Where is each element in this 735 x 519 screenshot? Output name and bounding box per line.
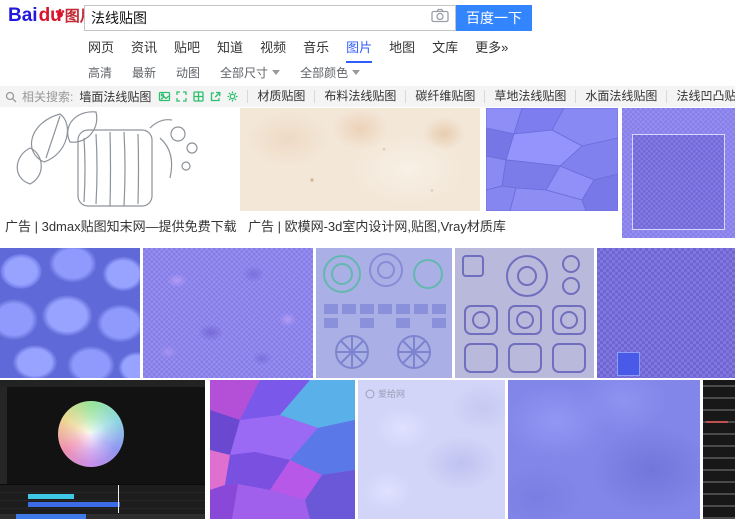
tile-framed-noise-normal-map[interactable]	[622, 108, 735, 238]
mechanical-shapes	[455, 248, 594, 378]
timeline-playhead	[118, 485, 119, 513]
editor-menubar	[0, 380, 205, 387]
tile-mechanical-normal-map[interactable]	[455, 248, 594, 378]
editor-viewport	[0, 387, 205, 485]
related-tool-icons	[158, 90, 239, 103]
baidu-image-search-page: Bai du 图片 百度一下 网页 资讯 贴吧 知道 视频 音乐 图片 地图 文…	[0, 0, 735, 519]
filter-hd[interactable]: 高清	[88, 64, 112, 81]
tab-images-active[interactable]: 图片	[346, 37, 373, 63]
tile-dark-settings-strip[interactable]	[703, 380, 735, 519]
filter-color-dropdown[interactable]: 全部颜色	[300, 64, 361, 81]
grid-icon[interactable]	[192, 90, 205, 103]
search-box	[84, 5, 456, 31]
filter-newest[interactable]: 最新	[132, 64, 156, 81]
baidu-paw-icon	[55, 2, 65, 24]
related-chip[interactable]: 水面法线贴图	[575, 90, 666, 103]
logo-part-du: du	[39, 2, 65, 27]
carved-panel-shapes	[316, 248, 452, 378]
filter-gif-label: 动图	[176, 66, 201, 80]
watermark: 爱给网	[365, 387, 405, 400]
timeline-clip-blue	[28, 502, 120, 507]
related-chip[interactable]: 法线凹凸贴图	[666, 90, 735, 103]
tab-news[interactable]: 资讯	[131, 37, 157, 63]
tab-zhidao[interactable]: 知道	[217, 37, 243, 63]
fullscreen-icon[interactable]	[175, 90, 188, 103]
tile-rock-normal-map[interactable]	[143, 248, 313, 378]
camera-icon[interactable]	[431, 8, 449, 28]
related-chip[interactable]: 材质贴图	[247, 90, 314, 103]
tab-maps[interactable]: 地图	[389, 37, 415, 63]
tile-light-normal-map[interactable]: 爱给网	[358, 380, 505, 519]
caret-down-icon	[352, 70, 361, 75]
framed-inner-region	[632, 134, 725, 230]
watermark-logo-icon	[365, 389, 375, 398]
filter-size-dropdown[interactable]: 全部尺寸	[220, 64, 281, 81]
tile-sketch-lineart-ad[interactable]	[0, 108, 233, 211]
settings-icon[interactable]	[226, 90, 239, 103]
tile-crystal-normal-map[interactable]	[210, 380, 355, 519]
related-chip[interactable]: 布料法线贴图	[314, 90, 405, 103]
timeline-clip-cyan	[28, 494, 74, 499]
search-submit-button[interactable]: 百度一下	[456, 5, 532, 31]
tab-wenku[interactable]: 文库	[432, 37, 458, 63]
related-search-label: 相关搜索:	[22, 90, 74, 104]
timeline-scroll-thumb	[16, 514, 86, 519]
related-chip[interactable]: 草地法线贴图	[484, 90, 575, 103]
tile-cell-normal-map[interactable]	[0, 248, 140, 378]
voronoi-facets	[486, 108, 618, 211]
filter-gif[interactable]: 动图	[176, 64, 200, 81]
tile-voronoi-normal-map[interactable]	[486, 108, 618, 211]
blue-square-patch	[617, 352, 640, 376]
editor-side-panel	[0, 387, 7, 485]
share-icon[interactable]	[209, 90, 222, 103]
magnifier-icon	[5, 91, 17, 103]
watermark-text: 爱给网	[378, 389, 406, 399]
filter-size-label: 全部尺寸	[220, 66, 269, 80]
vertical-nav-tabs: 网页 资讯 贴吧 知道 视频 音乐 图片 地图 文库 更多»	[88, 37, 508, 63]
search-input[interactable]	[85, 10, 431, 26]
filter-hd-label: 高清	[88, 66, 113, 80]
tile-rough-normal-map[interactable]	[597, 248, 735, 378]
ad-caption[interactable]: 广告 | 欧模网-3d室内设计网,贴图,Vray材质库	[248, 216, 506, 235]
filter-newest-label: 最新	[132, 66, 157, 80]
tab-more[interactable]: 更多»	[475, 37, 508, 63]
red-text-line	[706, 421, 728, 423]
tab-music[interactable]: 音乐	[303, 37, 329, 63]
tab-video[interactable]: 视频	[260, 37, 286, 63]
logo-part-bai: Bai	[8, 5, 38, 26]
tile-carved-panel-normal-map[interactable]	[316, 248, 452, 378]
filter-color-label: 全部颜色	[300, 66, 349, 80]
tile-periwinkle-normal-map[interactable]	[508, 380, 700, 519]
tab-tieba[interactable]: 贴吧	[174, 37, 200, 63]
sketch-drawing	[0, 108, 233, 211]
related-search-bar: 相关搜索: 墙面法线贴图 材质贴图 布料法线贴图 碳纤维贴图 草地法线贴图 水面…	[0, 86, 735, 107]
tile-video-editor-normal-sphere[interactable]	[0, 380, 205, 519]
normal-sphere	[58, 401, 124, 467]
ad-caption[interactable]: 广告 | 3dmax贴图知末网—提供免费下载	[5, 216, 237, 235]
baidu-logo[interactable]: Bai du 图片	[8, 5, 95, 27]
image-filter-bar: 高清 最新 动图 全部尺寸 全部颜色	[88, 64, 361, 81]
timeline-scrollbar	[0, 514, 205, 519]
editor-timeline	[0, 484, 205, 519]
caret-down-icon	[272, 70, 281, 75]
related-primary-term[interactable]: 墙面法线贴图	[79, 88, 151, 105]
tile-marble-texture-ad[interactable]	[240, 108, 480, 211]
related-chip[interactable]: 碳纤维贴图	[405, 90, 484, 103]
crystal-facets	[210, 380, 355, 519]
tab-webpage[interactable]: 网页	[88, 37, 114, 63]
image-icon[interactable]	[158, 90, 171, 103]
